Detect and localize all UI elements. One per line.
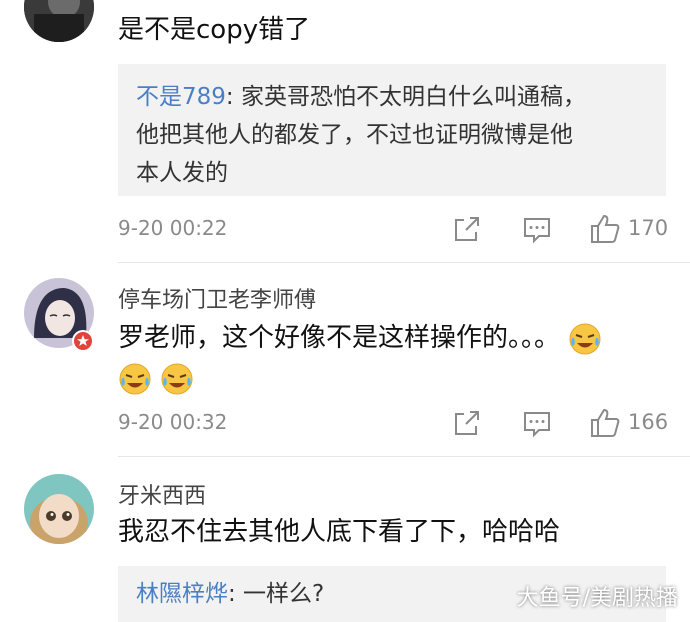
laugh-cry-emoji: [569, 323, 601, 354]
share-icon[interactable]: [450, 406, 484, 440]
reply-text-line3: 本人发的: [136, 160, 228, 186]
avatar-image: [24, 474, 94, 544]
comment-username[interactable]: 停车场门卫老李师傅: [118, 282, 316, 314]
comment-username[interactable]: 牙米西西: [118, 478, 206, 510]
reply-text: : 家英哥恐怕不太明白什么叫通稿，: [225, 84, 586, 110]
verified-badge-icon: [72, 330, 94, 352]
reply-quote[interactable]: 不是789: 家英哥恐怕不太明白什么叫通稿， 他把其他人的都发了，不过也证明微博…: [118, 64, 666, 196]
laugh-cry-emoji: [161, 363, 193, 394]
comment-time: 9-20 00:22: [118, 216, 228, 240]
emoji-line: [118, 358, 194, 398]
comment-meta: 9-20 00:32 166: [118, 406, 669, 440]
watermark: 大鱼号/美剧热播: [516, 586, 678, 611]
comment-2: 停车场门卫老李师傅 罗老师，这个好像不是这样操作的。。。 9-20 00:32: [0, 262, 690, 455]
laugh-cry-emoji: [119, 363, 151, 394]
reply-text: : 一样么?: [228, 581, 325, 607]
comment-meta: 9-20 00:22 170: [118, 212, 669, 246]
comment-text-body: 罗老师，这个好像不是这样操作的。。。: [118, 323, 561, 353]
comment-time: 9-20 00:32: [118, 410, 228, 434]
reply-text-line2: 他把其他人的都发了，不过也证明微博是他: [136, 122, 573, 148]
share-icon[interactable]: [450, 212, 484, 246]
comment-text: 罗老师，这个好像不是这样操作的。。。: [118, 318, 602, 358]
comment-text: 我忍不住去其他人底下看了下，哈哈哈: [118, 517, 561, 547]
avatar[interactable]: [24, 0, 94, 42]
comment-icon[interactable]: [520, 406, 554, 440]
like-icon[interactable]: [588, 406, 622, 440]
reply-username[interactable]: 林隰梓烨: [136, 581, 228, 607]
avatar[interactable]: [24, 474, 94, 544]
comment-icon[interactable]: [520, 212, 554, 246]
reply-username[interactable]: 不是789: [136, 84, 226, 110]
comment-1: 是不是copy错了 不是789: 家英哥恐怕不太明白什么叫通稿， 他把其他人的都…: [0, 0, 690, 262]
like-count: 166: [628, 410, 669, 434]
comment-text: 是不是copy错了: [118, 15, 311, 45]
like-count: 170: [628, 216, 669, 240]
avatar-image: [24, 0, 94, 42]
like-icon[interactable]: [588, 212, 622, 246]
